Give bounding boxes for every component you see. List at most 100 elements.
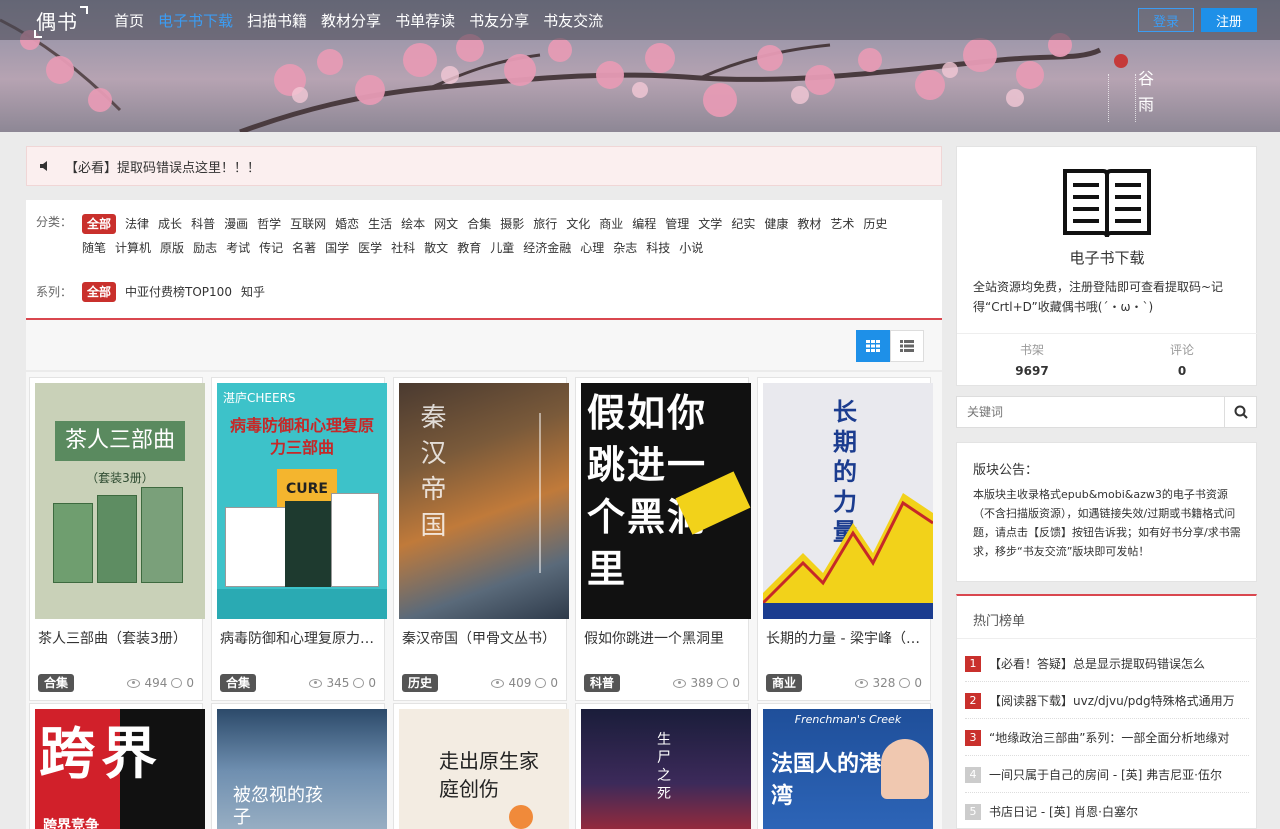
category-tag[interactable]: 纪实 (731, 212, 755, 236)
book-cover[interactable]: Frenchman's Creek 法国人的港湾 (763, 709, 933, 829)
category-tag[interactable]: 历史 (863, 212, 887, 236)
book-card[interactable]: 跨界 跨界竞争 (29, 703, 205, 829)
nav-reader-share[interactable]: 书友分享 (469, 10, 529, 31)
shelf-stat[interactable]: 书架 9697 (957, 341, 1107, 378)
category-tag[interactable]: 杂志 (613, 236, 637, 260)
hot-list-item[interactable]: 4 一间只属于自己的房间 - [英] 弗吉尼亚·伍尔 (965, 757, 1249, 793)
search-input[interactable] (957, 397, 1225, 427)
hot-list-item[interactable]: 1 【必看！答疑】总是显示提取码错误怎么 (965, 646, 1249, 682)
notice-bar[interactable]: 【必看】提取码错误点这里！！！ (26, 146, 942, 186)
category-tag[interactable]: 管理 (665, 212, 689, 236)
book-card[interactable]: 被忽视的孩子 (211, 703, 387, 829)
category-tag[interactable]: 科技 (646, 236, 670, 260)
category-filter-row: 分类： 全部 法律 成长 科普 漫画 哲学 互联网 婚恋 生活 绘本 网文 合集 摄影 旅行 文化 商业 编程管… (36, 212, 936, 260)
category-tag[interactable]: 教材 (797, 212, 821, 236)
category-tag[interactable]: 考试 (226, 236, 250, 260)
comment-stat[interactable]: 评论 0 (1107, 341, 1257, 378)
hot-list-item[interactable]: 3 “地缘政治三部曲”系列：一部全面分析地缘对 (965, 720, 1249, 756)
book-card[interactable]: 走出原生家庭创伤 (393, 703, 569, 829)
book-title[interactable]: 长期的力量 - 梁宇峰（著） (766, 628, 926, 648)
nav-scanned-books[interactable]: 扫描书籍 (247, 10, 307, 31)
hot-list-item[interactable]: 5 书店日记 - [英] 肖恩·白塞尔 (965, 794, 1249, 829)
list-view-button[interactable] (890, 330, 924, 362)
category-tag[interactable]: 原版 (160, 236, 184, 260)
book-title[interactable]: 假如你跳进一个黑洞里 (584, 628, 744, 648)
book-cover[interactable]: 湛庐CHEERS 病毒防御和心理复原力三部曲 CURE (217, 383, 387, 619)
book-title[interactable]: 秦汉帝国（甲骨文丛书） (402, 628, 562, 648)
category-tag[interactable]: 计算机 (115, 236, 151, 260)
category-tag[interactable]: 编程 (632, 212, 656, 236)
book-card[interactable]: 长期的力量 长期的力量 - 梁宇峰（著） 商业 328 0 (757, 377, 933, 701)
category-tag[interactable]: 传记 (259, 236, 283, 260)
book-cover[interactable]: 茶人三部曲 （套装3册） (35, 383, 205, 619)
book-card[interactable]: 秦汉帝国 秦汉帝国（甲骨文丛书） 历史 409 0 (393, 377, 569, 701)
book-cover[interactable]: 被忽视的孩子 (217, 709, 387, 829)
hot-list-item[interactable]: 2 【阅读器下载】uvz/djvu/pdg特殊格式通用万 (965, 683, 1249, 719)
category-tag[interactable]: 国学 (325, 236, 349, 260)
category-tag[interactable]: 婚恋 (335, 212, 359, 236)
book-cover[interactable]: 长期的力量 (763, 383, 933, 619)
category-tag[interactable]: 全部 (82, 214, 117, 234)
category-tag[interactable]: 文学 (698, 212, 722, 236)
nav-ebook-download[interactable]: 电子书下载 (158, 10, 233, 31)
book-cover[interactable]: 生尸之死 (581, 709, 751, 829)
book-title[interactable]: 茶人三部曲（套装3册） (38, 628, 198, 648)
nav-reader-talk[interactable]: 书友交流 (543, 10, 603, 31)
book-cover[interactable]: 走出原生家庭创伤 (399, 709, 569, 829)
category-tag[interactable]: 网文 (434, 212, 458, 236)
category-tag[interactable]: 教育 (457, 236, 481, 260)
series-tag[interactable]: 全部 (82, 282, 117, 302)
category-tag[interactable]: 社科 (391, 236, 415, 260)
book-category-badge[interactable]: 合集 (38, 674, 75, 692)
category-tag[interactable]: 商业 (599, 212, 623, 236)
category-tag[interactable]: 合集 (467, 212, 491, 236)
category-tag[interactable]: 绘本 (401, 212, 425, 236)
book-category-badge[interactable]: 科普 (584, 674, 621, 692)
nav-booklists[interactable]: 书单荐读 (395, 10, 455, 31)
category-tag[interactable]: 漫画 (224, 212, 248, 236)
shelf-value: 9697 (1015, 364, 1049, 378)
register-button[interactable]: 注册 (1201, 8, 1257, 32)
category-tag[interactable]: 散文 (424, 236, 448, 260)
category-tag[interactable]: 互联网 (290, 212, 326, 236)
book-card[interactable]: Frenchman's Creek 法国人的港湾 (757, 703, 933, 829)
category-tag[interactable]: 经济金融 (523, 236, 571, 260)
book-cover[interactable]: 秦汉帝国 (399, 383, 569, 619)
category-tag[interactable]: 旅行 (533, 212, 557, 236)
category-tag[interactable]: 法律 (125, 212, 149, 236)
category-tag[interactable]: 文化 (566, 212, 590, 236)
category-tag[interactable]: 小说 (679, 236, 703, 260)
category-tag[interactable]: 生活 (368, 212, 392, 236)
category-tag[interactable]: 成长 (158, 212, 182, 236)
book-category-badge[interactable]: 合集 (220, 674, 257, 692)
series-tag[interactable]: 知乎 (241, 280, 265, 304)
category-tag[interactable]: 哲学 (257, 212, 281, 236)
list-icon (900, 340, 914, 352)
book-card[interactable]: 湛庐CHEERS 病毒防御和心理复原力三部曲 CURE 病毒防御和心理复原力三部… (211, 377, 387, 701)
category-tag[interactable]: 儿童 (490, 236, 514, 260)
book-title[interactable]: 病毒防御和心理复原力三部曲 (220, 628, 380, 648)
category-tag[interactable]: 名著 (292, 236, 316, 260)
login-button[interactable]: 登录 (1138, 8, 1194, 32)
nav-home[interactable]: 首页 (114, 10, 144, 31)
category-tag[interactable]: 励志 (193, 236, 217, 260)
category-tag[interactable]: 随笔 (82, 236, 106, 260)
category-tag[interactable]: 健康 (764, 212, 788, 236)
category-tag[interactable]: 科普 (191, 212, 215, 236)
nav-textbooks[interactable]: 教材分享 (321, 10, 381, 31)
book-cover[interactable]: 跨界 跨界竞争 (35, 709, 205, 829)
site-logo[interactable]: 偶书 (34, 6, 88, 38)
book-category-badge[interactable]: 历史 (402, 674, 439, 692)
search-button[interactable] (1224, 397, 1256, 427)
book-card[interactable]: 假如你跳进一个黑洞里 假如你跳进一个黑洞里 科普 389 0 (575, 377, 751, 701)
series-tag[interactable]: 中亚付费榜TOP100 (125, 280, 232, 304)
book-cover[interactable]: 假如你跳进一个黑洞里 (581, 383, 751, 619)
category-tag[interactable]: 摄影 (500, 212, 524, 236)
grid-view-button[interactable] (856, 330, 890, 362)
book-card[interactable]: 生尸之死 (575, 703, 751, 829)
category-tag[interactable]: 医学 (358, 236, 382, 260)
category-tag[interactable]: 心理 (580, 236, 604, 260)
book-category-badge[interactable]: 商业 (766, 674, 803, 692)
book-card[interactable]: 茶人三部曲 （套装3册） 茶人三部曲（套装3册） 合集 494 0 (29, 377, 205, 701)
category-tag[interactable]: 艺术 (830, 212, 854, 236)
